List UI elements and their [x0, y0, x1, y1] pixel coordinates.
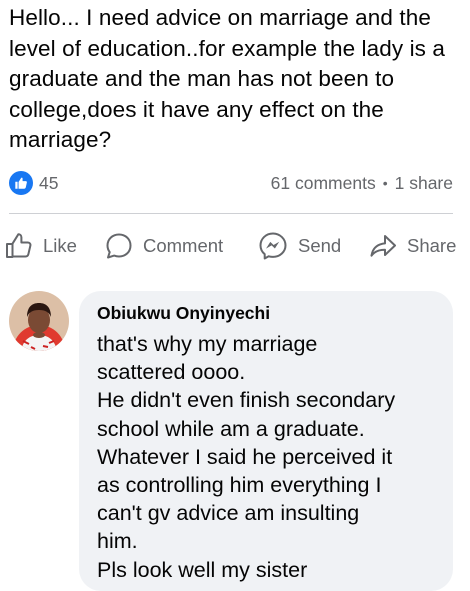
reaction-count: 45 [39, 172, 59, 193]
comments-count-link[interactable]: 61 comments [271, 173, 376, 194]
post-action-bar: Like Comment Send Share [0, 228, 470, 264]
like-label: Like [43, 235, 77, 256]
comment-line: Pls look well my sister [97, 557, 308, 582]
shares-count-link[interactable]: 1 share [395, 173, 453, 194]
share-label: Share [407, 235, 457, 256]
comment-button[interactable]: Comment [104, 228, 223, 264]
comment-author[interactable]: Obiukwu Onyinyechi [97, 303, 270, 324]
comment-line: scattered oooo. [97, 360, 246, 385]
share-button[interactable]: Share [368, 228, 456, 264]
like-button[interactable]: Like [4, 228, 77, 264]
comment-line: as controlling him everything I [97, 473, 382, 498]
comment-line: him. [97, 529, 138, 554]
send-button[interactable]: Send [257, 228, 341, 264]
reactions-summary[interactable]: 45 [9, 171, 58, 195]
comment-line: school while am a graduate. [97, 416, 365, 441]
like-reaction-icon [9, 171, 33, 195]
send-label: Send [298, 235, 342, 256]
comment-label: Comment [143, 235, 224, 256]
post-stats: 45 61 comments • 1 share [9, 170, 453, 196]
messenger-icon [257, 230, 289, 262]
comment-bubble: Obiukwu Onyinyechi that's why my marriag… [79, 291, 453, 591]
comment-text: that's why my marriage scattered oooo. H… [97, 330, 442, 584]
divider [9, 213, 453, 214]
avatar[interactable] [9, 291, 69, 351]
comment-line: Whatever I said he perceived it [97, 444, 393, 469]
stats-separator: • [382, 175, 388, 191]
comment-line: He didn't even finish secondary [97, 388, 396, 413]
comment-line: can't gv advice am insulting [97, 501, 360, 526]
comment-bubble-icon [104, 231, 134, 261]
comment-line: that's why my marriage [97, 332, 318, 356]
share-arrow-icon [368, 231, 398, 261]
thumbs-up-icon [4, 231, 34, 261]
post-text: Hello... I need advice on marriage and t… [9, 5, 445, 152]
